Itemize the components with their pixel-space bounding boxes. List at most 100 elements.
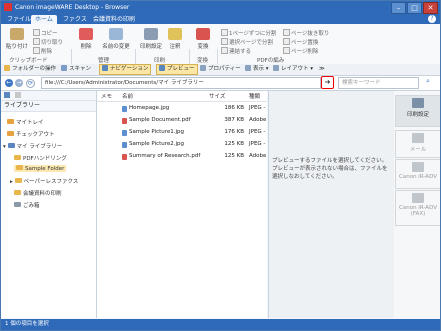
table-row[interactable]: Sample Picture1.jpg 176 KB JPEG - (97, 127, 267, 138)
column-name[interactable]: 名前 (122, 92, 133, 100)
group-label-clipboard: クリップボード (9, 58, 48, 64)
tab-meeting-print[interactable]: 会議資料の印刷 (89, 15, 139, 24)
replace-page-button[interactable]: ページ置換 (283, 38, 318, 46)
preview-toggle[interactable]: プレビュー (156, 64, 198, 75)
copy-icon (33, 29, 40, 36)
mail-tile[interactable]: メール (395, 130, 440, 158)
copy-button[interactable]: コピー (33, 29, 58, 37)
tree-item-my-library[interactable]: ▾ マイ ライブラリー (3, 142, 62, 150)
search-input[interactable]: 検索キーワード (338, 77, 419, 89)
property-button[interactable]: プロパティー (200, 65, 241, 74)
table-row[interactable]: Summary of Research.pdf 125 KB Adobe (97, 151, 267, 162)
image-file-icon (122, 130, 127, 136)
maximize-button[interactable]: □ (407, 2, 422, 14)
back-button[interactable]: ← (5, 79, 13, 87)
table-row[interactable]: Homepage.jpg 186 KB JPEG - (97, 103, 267, 114)
extract-pages-button[interactable]: ページ抜き取り (283, 29, 329, 37)
split-single-button[interactable]: 1ページずつに分割 (221, 29, 276, 37)
search-tab-icon[interactable] (14, 92, 21, 98)
print-settings-button[interactable]: 印刷設定 (139, 28, 163, 50)
tree-item-sample-folder[interactable]: Sample Folder (14, 165, 67, 172)
table-row[interactable]: Sample Picture2.jpg 125 KB JPEG - (97, 139, 267, 150)
title-bar: Canon imageWARE Desktop - Browser – □ ✕ (1, 1, 440, 14)
file-list-header: メモ 名前 サイズ 種類 (97, 91, 267, 102)
device-tile-canon-iradv[interactable]: Canon iR-ADV (395, 159, 440, 189)
file-size: 387 KB (224, 117, 244, 123)
split-selected-icon (221, 38, 228, 45)
view-dropdown[interactable]: 表示 ▾ (245, 65, 269, 74)
folder-icon (16, 165, 23, 170)
forward-button[interactable]: → (15, 79, 23, 87)
path-field[interactable]: file:///C:/Users/Administrator/Documents… (41, 77, 321, 89)
folder-icon (14, 178, 22, 183)
folder-icon (14, 190, 21, 195)
tree-item-label: チェックアウト (16, 132, 55, 138)
app-icon (4, 3, 12, 11)
cut-button[interactable]: 切り取り (33, 38, 63, 46)
delete-button[interactable]: 削除 (76, 28, 96, 50)
menu-bar: ファイル ホーム ファクス 会議資料の印刷 ? (1, 14, 440, 24)
paste-button[interactable]: 貼り付け (5, 28, 29, 50)
fax-device-icon (412, 193, 424, 203)
library-tab-icon[interactable] (4, 92, 10, 98)
tree-item-my-tray[interactable]: マイトレイ (7, 118, 44, 126)
file-type: Adobe (249, 153, 267, 159)
go-button[interactable]: ➜ (321, 76, 334, 89)
tree-item-label: PDFハンドリング (23, 156, 67, 162)
refresh-icon[interactable]: ⟳ (26, 79, 35, 88)
layout-label: レイアウト (281, 66, 309, 72)
layout-dropdown[interactable]: レイアウト ▾ (273, 65, 313, 74)
column-size[interactable]: サイズ (209, 92, 225, 100)
minimize-button[interactable]: – (391, 2, 406, 14)
device-tile-canon-iradv-fax[interactable]: Canon iR-ADV (FAX) (395, 190, 440, 226)
column-memo[interactable]: メモ (101, 92, 112, 100)
tile-label: 印刷設定 (406, 112, 429, 118)
convert-button[interactable]: 変換 (193, 28, 213, 50)
view-icon (245, 65, 251, 71)
search-icon[interactable]: ⌕ (426, 78, 433, 85)
tree-item-label: ペーパーレスファクス (23, 179, 79, 185)
property-icon (200, 65, 206, 71)
print-settings-tile[interactable]: 印刷設定 (395, 95, 440, 127)
rename-button[interactable]: 名前の変更 (100, 28, 132, 50)
group-label-print: 印刷 (154, 58, 166, 64)
tab-home[interactable]: ホーム (31, 15, 57, 24)
help-icon[interactable]: ? (428, 15, 436, 23)
pdf-file-icon (122, 118, 127, 124)
clipboard-icon (10, 28, 24, 40)
file-size: 176 KB (224, 129, 244, 135)
column-type[interactable]: 種類 (249, 92, 260, 100)
status-text: 1 個の項目を選択 (5, 321, 49, 327)
annotate-button[interactable]: 注釈 (166, 28, 184, 50)
scan-label: スキャン (69, 66, 92, 72)
tab-fax[interactable]: ファクス (59, 15, 91, 24)
folder-ops-button[interactable]: フォルダーの操作 (4, 65, 56, 74)
tree-item-paperless-fax[interactable]: ▸ ペーパーレスファクス (10, 177, 78, 185)
image-file-icon (122, 142, 127, 148)
tree-item-trash[interactable]: ごみ箱 (14, 201, 40, 209)
table-row[interactable]: Sample Document.pdf 387 KB Adobe (97, 115, 267, 126)
file-name: Sample Picture1.jpg (129, 129, 185, 135)
navigation-toggle[interactable]: ナビゲーション (99, 64, 152, 75)
tree-item-checkout[interactable]: チェックアウト (7, 130, 55, 138)
folder-ops-label: フォルダーの操作 (12, 66, 57, 72)
folder-icon (14, 155, 21, 160)
delete-small-button[interactable]: 削除 (33, 47, 52, 55)
group-label-manage: 管理 (98, 58, 110, 64)
delete-page-button[interactable]: ページ削除 (283, 47, 318, 55)
convert-icon (196, 28, 210, 40)
tree-item-meeting-print[interactable]: 会議資料の印刷 (14, 189, 62, 197)
delete-page-icon (283, 47, 290, 54)
more-button[interactable]: ≫ (319, 65, 325, 74)
mail-icon (412, 133, 424, 143)
split-selected-button[interactable]: 選択ページで分割 (221, 38, 273, 46)
split-single-label: 1ページずつに分割 (229, 31, 277, 37)
extract-pages-label: ページ抜き取り (291, 31, 330, 37)
tree-item-pdf-handling[interactable]: PDFハンドリング (14, 154, 67, 162)
merge-button[interactable]: 連結する (221, 47, 251, 55)
close-button[interactable]: ✕ (423, 2, 438, 14)
library-header: ライブラリー (1, 101, 96, 112)
tray-icon (7, 119, 14, 124)
file-size: 186 KB (224, 105, 244, 111)
scan-button[interactable]: スキャン (61, 65, 91, 74)
